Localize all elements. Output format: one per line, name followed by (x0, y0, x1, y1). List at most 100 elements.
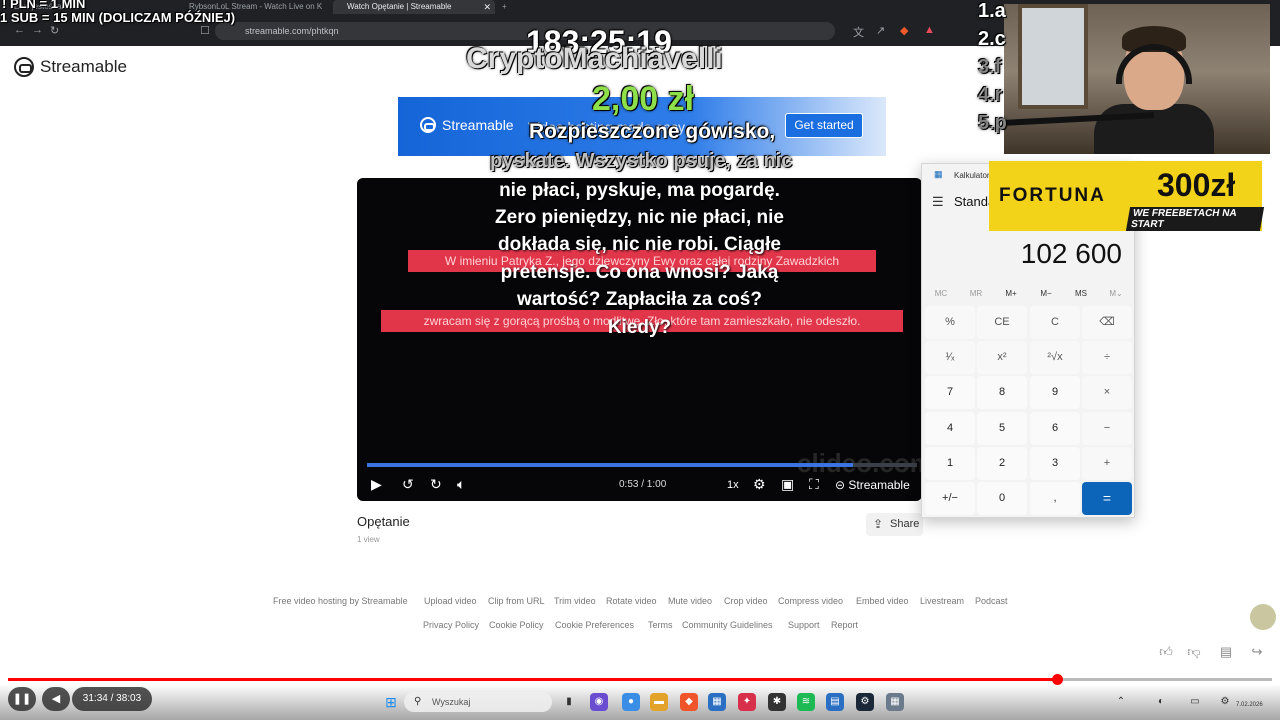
calc-key-negate[interactable]: +/− (925, 482, 975, 515)
play-icon[interactable]: ▶ (371, 476, 382, 493)
volume-icon[interactable]: ◀ (42, 687, 70, 711)
calc-key-4[interactable]: 4 (925, 412, 975, 445)
rewind-icon[interactable]: ↺ (402, 476, 414, 493)
calculator-taskbar-icon[interactable]: ▦ (886, 693, 904, 711)
video-player[interactable]: W imieniu Patryka Z., jego dziewczyny Ew… (357, 178, 922, 501)
memory-button[interactable]: M⌄ (1099, 289, 1133, 298)
footer-link[interactable]: Community Guidelines (682, 620, 773, 630)
calc-key-square[interactable]: x² (977, 341, 1027, 374)
get-started-button[interactable]: Get started (785, 113, 863, 138)
calc-key-backspace[interactable]: ⌫ (1082, 306, 1132, 339)
app-icon[interactable]: ✦ (738, 693, 756, 711)
app-icon[interactable]: ◉ (590, 693, 608, 711)
settings-icon[interactable]: ⚙ (1216, 693, 1234, 711)
memory-button[interactable]: MR (959, 289, 993, 298)
footer-link[interactable]: Rotate video (606, 596, 657, 606)
reload-icon[interactable]: ↻ (50, 24, 59, 37)
like-icon[interactable]: 👍︎ (1155, 641, 1177, 663)
calc-key-minus[interactable]: − (1082, 412, 1132, 445)
chrome-icon[interactable]: ● (622, 693, 640, 711)
share-button[interactable]: ⇪ Share (866, 513, 923, 536)
back-icon[interactable]: ← (14, 24, 25, 36)
calc-key-plus[interactable]: + (1082, 447, 1132, 480)
calc-key-1[interactable]: 1 (925, 447, 975, 480)
address-bar[interactable]: streamable.com/phtkqn (215, 22, 835, 40)
streamable-logo[interactable]: Streamable (14, 56, 127, 78)
calc-key-decimal[interactable]: , (1030, 482, 1080, 515)
footer-link[interactable]: Cookie Preferences (555, 620, 634, 630)
footer-link[interactable]: Free video hosting by Streamable (273, 596, 408, 606)
calc-key-sqrt[interactable]: ²√x (1030, 341, 1080, 374)
forward-skip-icon[interactable]: ↻ (430, 476, 442, 493)
footer-link[interactable]: Compress video (778, 596, 843, 606)
footer-link[interactable]: Crop video (724, 596, 768, 606)
taskbar-search[interactable]: ⚲ Wyszukaj (404, 692, 552, 712)
calc-key-clear[interactable]: C (1030, 306, 1080, 339)
share-icon[interactable]: ↗ (876, 24, 885, 37)
tray-icon[interactable]: ◐ (1152, 693, 1170, 711)
tab-active[interactable]: Watch Opętanie | Streamable ✕ (333, 0, 495, 14)
footer-link[interactable]: Mute video (668, 596, 712, 606)
footer-link[interactable]: Podcast (975, 596, 1008, 606)
footer-link[interactable]: Livestream (920, 596, 964, 606)
tray-icon[interactable]: ▭ (1186, 693, 1204, 711)
app-icon[interactable]: ▤ (826, 693, 844, 711)
pip-icon[interactable]: ▣ (781, 476, 794, 493)
pause-icon[interactable]: ❚❚ (8, 687, 36, 711)
calc-key-9[interactable]: 9 (1030, 376, 1080, 409)
memory-button[interactable]: M+ (994, 289, 1028, 298)
speed-button[interactable]: 1x (727, 479, 739, 491)
calc-key-multiply[interactable]: × (1082, 376, 1132, 409)
footer-link[interactable]: Terms (648, 620, 673, 630)
calc-key-8[interactable]: 8 (977, 376, 1027, 409)
calc-key-percent[interactable]: % (925, 306, 975, 339)
footer-link[interactable]: Clip from URL (488, 596, 545, 606)
calc-key-7[interactable]: 7 (925, 376, 975, 409)
calc-key-equals[interactable]: = (1082, 482, 1132, 515)
calc-key-3[interactable]: 3 (1030, 447, 1080, 480)
share-arrow-icon[interactable]: ↪ (1246, 641, 1268, 663)
footer-link[interactable]: Report (831, 620, 858, 630)
settings-icon[interactable]: ⚙ (753, 476, 766, 493)
bookmark-icon[interactable]: ☐ (200, 24, 210, 37)
calc-key-2[interactable]: 2 (977, 447, 1027, 480)
spotify-icon[interactable]: ≋ (797, 693, 815, 711)
task-view-icon[interactable]: ▮ (560, 693, 578, 711)
volume-icon[interactable]: 🔈︎ (457, 476, 465, 493)
fortuna-ad[interactable]: FORTUNA 300zł WE FREEBETACH NA START (989, 161, 1265, 231)
calc-key-reciprocal[interactable]: ¹⁄ₓ (925, 341, 975, 374)
extension-icon[interactable]: ▲ (924, 24, 935, 36)
yt-progress-bar[interactable] (8, 674, 1272, 685)
player-brand[interactable]: ⊝ Streamable (835, 478, 910, 492)
memory-button[interactable]: MC (924, 289, 958, 298)
store-icon[interactable]: ▦ (708, 693, 726, 711)
footer-link[interactable]: Embed video (856, 596, 909, 606)
footer-link[interactable]: Upload video (424, 596, 477, 606)
new-tab-icon[interactable]: + (498, 0, 518, 14)
memory-button[interactable]: MS (1064, 289, 1098, 298)
calc-key-6[interactable]: 6 (1030, 412, 1080, 445)
calc-key-0[interactable]: 0 (977, 482, 1027, 515)
footer-link[interactable]: Cookie Policy (489, 620, 544, 630)
footer-link[interactable]: Trim video (554, 596, 596, 606)
calc-key-5[interactable]: 5 (977, 412, 1027, 445)
hamburger-menu-icon[interactable]: ☰ (932, 194, 944, 210)
fullscreen-icon[interactable]: ⛶ (809, 476, 819, 493)
video-progress-bar[interactable] (367, 463, 917, 467)
app-icon[interactable]: ✱ (768, 693, 786, 711)
calc-key-ce[interactable]: CE (977, 306, 1027, 339)
memory-button[interactable]: M− (1029, 289, 1063, 298)
brave-icon[interactable]: ◆ (680, 693, 698, 711)
calc-key-divide[interactable]: ÷ (1082, 341, 1132, 374)
close-tab-icon[interactable]: ✕ (483, 0, 491, 14)
translate-icon[interactable]: 文 (853, 24, 864, 40)
footer-link[interactable]: Privacy Policy (423, 620, 479, 630)
windows-start-icon[interactable]: ⊞ (382, 693, 400, 711)
dislike-icon[interactable]: 👎︎ (1183, 641, 1205, 663)
channel-avatar[interactable] (1250, 604, 1276, 630)
tray-chevron-icon[interactable]: ⌃ (1112, 693, 1130, 711)
comment-icon[interactable]: ▤ (1215, 641, 1237, 663)
brave-icon[interactable]: ◆ (900, 24, 908, 37)
footer-link[interactable]: Support (788, 620, 820, 630)
folder-icon[interactable]: ▬ (650, 693, 668, 711)
